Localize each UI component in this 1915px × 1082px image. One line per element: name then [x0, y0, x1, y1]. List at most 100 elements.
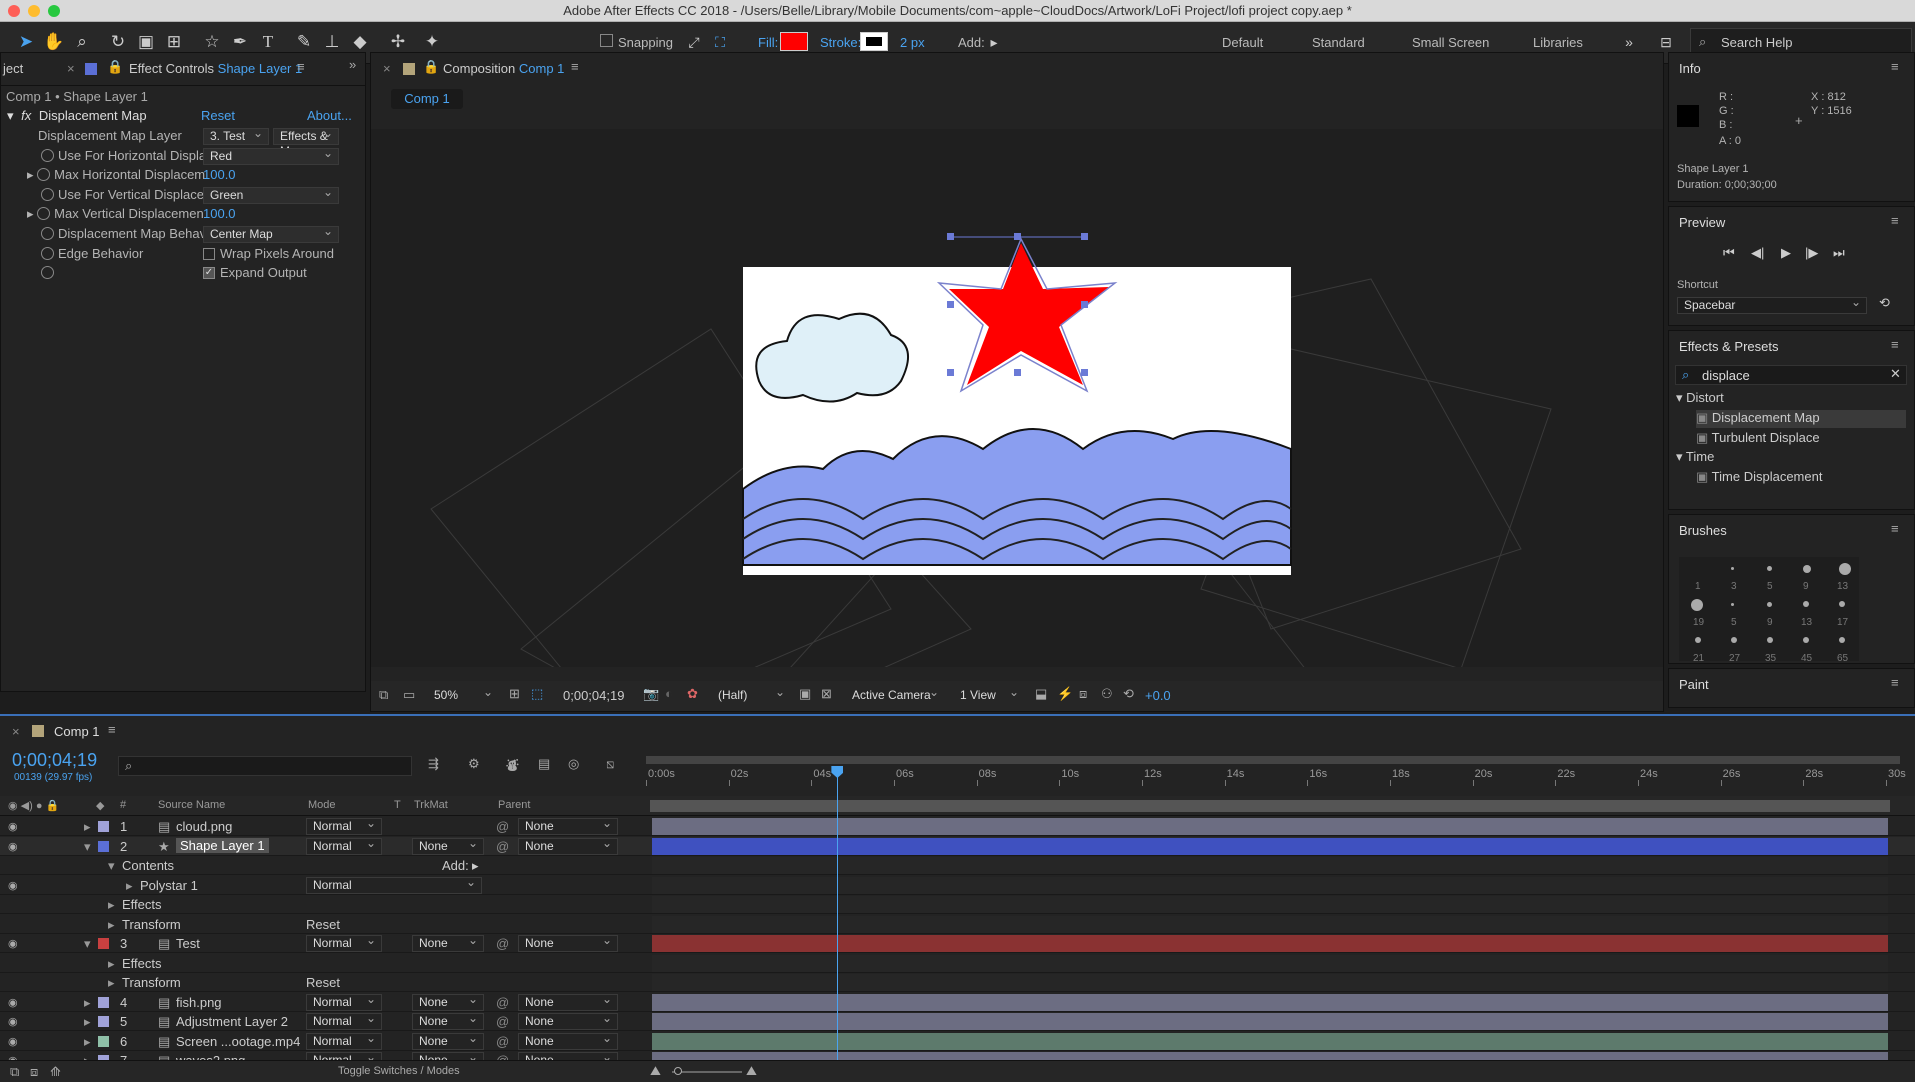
toggle-switches-modes-button[interactable]: Toggle Switches / Modes: [338, 1065, 460, 1077]
layer-mode-dropdown[interactable]: Normal: [306, 816, 382, 835]
parent-dropdown[interactable]: None: [518, 992, 618, 1011]
previous-frame-icon[interactable]: ◀|: [1751, 245, 1764, 261]
parent-dropdown[interactable]: None: [518, 1031, 618, 1050]
selection-tool-icon[interactable]: ➤: [14, 30, 38, 54]
snap-options-icon[interactable]: ⤢: [682, 30, 706, 54]
work-area-bar[interactable]: [646, 756, 1900, 764]
hand-tool-icon[interactable]: ✋: [42, 30, 66, 54]
stroke-width-value[interactable]: 2 px: [900, 35, 925, 50]
safe-margins-icon[interactable]: ⊞: [509, 686, 520, 702]
type-tool-icon[interactable]: T: [256, 30, 280, 54]
map-behavior-dropdown[interactable]: Center Map: [203, 224, 339, 243]
layer-label-color[interactable]: [98, 840, 109, 852]
max-vertical-value[interactable]: 100.0: [203, 206, 236, 225]
clear-search-icon[interactable]: ✕: [1890, 366, 1901, 382]
expand-arrow-icon[interactable]: ▸: [84, 1014, 91, 1030]
pick-whip-icon[interactable]: @: [496, 1014, 509, 1029]
effects-search-field[interactable]: ⌕ displace ✕: [1675, 365, 1907, 385]
visibility-eye-icon[interactable]: ◉: [8, 996, 18, 1009]
project-tab[interactable]: ject: [3, 61, 23, 76]
timeline-tab[interactable]: Comp 1: [54, 724, 100, 739]
layer-mode-dropdown[interactable]: Normal: [306, 1031, 382, 1050]
stopwatch-icon[interactable]: [41, 227, 54, 240]
property-row-polystar[interactable]: ◉ ▸ Polystar 1 Normal: [0, 875, 1915, 895]
close-icon[interactable]: ×: [383, 61, 391, 76]
parent-dropdown[interactable]: None: [518, 1011, 618, 1030]
visibility-eye-icon[interactable]: ◉: [8, 840, 18, 853]
polystar-mode-dropdown[interactable]: Normal: [306, 875, 482, 894]
col-source-name[interactable]: Source Name: [158, 799, 225, 811]
layer-mode-dropdown[interactable]: Normal: [306, 1011, 382, 1030]
layer-label-color[interactable]: [98, 1016, 109, 1027]
layer-range-bar[interactable]: [650, 800, 1890, 812]
eraser-tool-icon[interactable]: ◆: [348, 30, 372, 54]
timeline-icon[interactable]: ⧈: [1079, 686, 1087, 702]
layer-row[interactable]: ◉ ▾ 2 ★ Shape Layer 1 Normal None @ None: [0, 836, 1915, 856]
stroke-color-swatch[interactable]: [860, 32, 888, 51]
panel-menu-icon[interactable]: ≡: [1891, 337, 1899, 352]
layer-row[interactable]: ◉ ▸ 4 ▤ fish.png Normal None @ None: [0, 992, 1915, 1012]
turbulent-displace-item[interactable]: ▣ Turbulent Displace: [1696, 430, 1820, 446]
expand-panels-icon[interactable]: »: [349, 57, 356, 72]
track-matte-dropdown[interactable]: None: [412, 1031, 484, 1050]
always-preview-icon[interactable]: ⧉: [379, 687, 388, 703]
channel-icon[interactable]: ✿: [687, 686, 698, 702]
expand-arrow-icon[interactable]: ▸: [108, 897, 115, 913]
expand-arrow-icon[interactable]: ▸: [84, 819, 91, 835]
stopwatch-icon[interactable]: [37, 168, 51, 181]
exposure-value[interactable]: +0.0: [1145, 688, 1171, 703]
composition-viewer[interactable]: [371, 129, 1663, 667]
layer-name[interactable]: Screen ...ootage.mp4: [176, 1034, 300, 1049]
reset-exposure-icon[interactable]: ⟲: [1123, 686, 1134, 702]
stopwatch-icon[interactable]: [41, 247, 54, 260]
layer-label-color[interactable]: [98, 821, 109, 832]
in-out-columns-icon[interactable]: ⟰: [50, 1064, 61, 1080]
track-matte-dropdown[interactable]: None: [412, 933, 484, 952]
close-icon[interactable]: ×: [12, 724, 20, 739]
star-tool-icon[interactable]: ☆: [200, 30, 224, 54]
track-matte-dropdown[interactable]: None: [412, 1011, 484, 1030]
layer-name[interactable]: Shape Layer 1: [176, 837, 269, 853]
parent-dropdown[interactable]: None: [518, 836, 618, 855]
layer-name[interactable]: fish.png: [176, 995, 222, 1010]
pick-whip-icon[interactable]: @: [496, 839, 509, 854]
panel-menu-icon[interactable]: ≡: [1891, 213, 1899, 228]
expand-arrow-icon[interactable]: ▸: [126, 878, 133, 894]
snapping-checkbox[interactable]: [600, 34, 613, 47]
layer-row[interactable]: ◉ ▸ 6 ▤ Screen ...ootage.mp4 Normal None @ None: [0, 1031, 1915, 1051]
zoom-out-icon[interactable]: ⛰: [650, 1063, 661, 1079]
displacement-map-layer-dropdown[interactable]: 3. Test: [203, 126, 269, 145]
timeline-current-time[interactable]: 0;00;04;19: [12, 750, 97, 771]
stopwatch-icon[interactable]: [41, 188, 54, 201]
expand-arrow-icon[interactable]: ▸: [108, 975, 115, 991]
first-frame-icon[interactable]: ⏮: [1723, 245, 1735, 261]
layer-row[interactable]: ◉ ▸ 1 ▤ cloud.png Normal @ None: [0, 816, 1915, 836]
visibility-eye-icon[interactable]: ◉: [8, 937, 18, 950]
displacement-map-effect-header[interactable]: ▾ fx Displacement Map: [7, 108, 147, 127]
rotation-tool-icon[interactable]: ↻: [106, 30, 130, 54]
distort-group[interactable]: ▾ Distort: [1676, 390, 1724, 406]
wrap-pixels-checkbox[interactable]: [203, 248, 215, 260]
layer-switches-icon[interactable]: ⧉: [10, 1064, 19, 1080]
fill-color-swatch[interactable]: [780, 32, 808, 51]
pen-tool-icon[interactable]: ✒: [228, 30, 252, 54]
last-frame-icon[interactable]: ⏭: [1833, 245, 1845, 261]
pick-whip-icon[interactable]: @: [496, 819, 509, 834]
close-icon[interactable]: ×: [67, 61, 75, 76]
flowchart-icon[interactable]: ⚇: [1101, 686, 1113, 702]
resolution-dropdown[interactable]: (Half): [711, 685, 791, 704]
fast-previews-icon[interactable]: ⚡: [1057, 686, 1073, 702]
expand-arrow-icon[interactable]: ▸: [108, 956, 115, 972]
composition-tab[interactable]: Composition Comp 1: [443, 61, 564, 76]
property-row-transform[interactable]: ▸ Transform Reset: [0, 914, 1915, 934]
pick-whip-icon[interactable]: @: [496, 995, 509, 1010]
transparency-grid-icon[interactable]: ⊠: [821, 686, 832, 702]
stopwatch-icon[interactable]: [37, 207, 51, 220]
view-layout-dropdown[interactable]: 1 View: [953, 685, 1025, 704]
displacement-map-source-dropdown[interactable]: Effects & M: [273, 126, 339, 158]
expand-arrow-icon[interactable]: ▾: [84, 936, 91, 952]
playhead-line[interactable]: [837, 766, 839, 1060]
vertical-channel-dropdown[interactable]: Green: [203, 185, 339, 204]
transform-reset-button[interactable]: Reset: [306, 917, 340, 932]
hide-shy-layers-icon[interactable]: ⛇: [506, 756, 519, 775]
